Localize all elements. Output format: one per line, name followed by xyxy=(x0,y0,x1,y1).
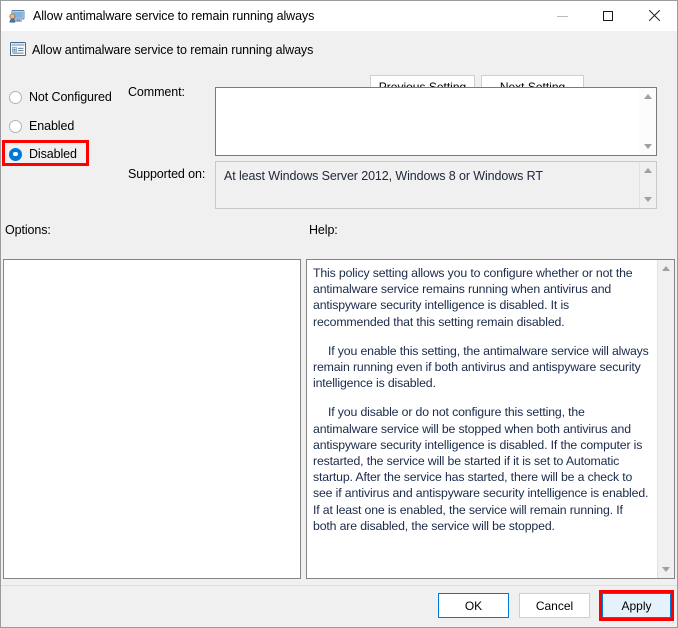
maximize-button[interactable] xyxy=(585,1,631,31)
minimize-button[interactable] xyxy=(539,1,585,31)
policy-monitor-icon xyxy=(9,8,25,24)
comment-label: Comment: xyxy=(128,85,185,99)
scroll-down-icon[interactable] xyxy=(644,197,652,202)
options-label: Options: xyxy=(5,223,51,237)
scroll-up-icon[interactable] xyxy=(644,168,652,173)
help-paragraph: If you disable or do not configure this … xyxy=(313,405,649,533)
help-text-body: This policy setting allows you to config… xyxy=(307,260,656,578)
group-policy-setting-icon xyxy=(9,40,27,58)
radio-enabled-label: Enabled xyxy=(29,119,75,133)
minimize-icon xyxy=(556,15,568,17)
scroll-down-icon[interactable] xyxy=(662,567,670,572)
apply-button[interactable]: Apply xyxy=(602,593,671,618)
supported-on-label: Supported on: xyxy=(128,167,206,181)
comment-value xyxy=(216,88,656,94)
window-title: Allow antimalware service to remain runn… xyxy=(33,9,315,23)
options-panel[interactable] xyxy=(3,259,301,579)
close-icon xyxy=(648,10,660,22)
policy-setting-dialog: Allow antimalware service to remain runn… xyxy=(0,0,678,628)
comment-scrollbar[interactable] xyxy=(639,88,656,155)
radio-not-configured-label: Not Configured xyxy=(29,90,112,104)
ok-button[interactable]: OK xyxy=(438,593,509,618)
help-label: Help: xyxy=(309,223,338,237)
cancel-button[interactable]: Cancel xyxy=(519,593,590,618)
footer-divider xyxy=(1,585,677,586)
radio-disabled-mark xyxy=(9,147,22,161)
scroll-down-icon[interactable] xyxy=(643,144,652,149)
help-panel: This policy setting allows you to config… xyxy=(306,259,675,579)
scroll-up-icon[interactable] xyxy=(643,94,652,99)
close-button[interactable] xyxy=(631,1,677,31)
radio-enabled-mark xyxy=(9,119,22,133)
help-scrollbar[interactable] xyxy=(657,260,674,578)
maximize-icon xyxy=(603,11,613,21)
help-paragraph: This policy setting allows you to config… xyxy=(313,266,633,329)
scroll-up-icon[interactable] xyxy=(662,266,670,271)
radio-disabled-label: Disabled xyxy=(29,147,77,161)
policy-header: Allow antimalware service to remain runn… xyxy=(1,31,677,99)
radio-not-configured-mark xyxy=(9,90,22,104)
supported-on-value: At least Windows Server 2012, Windows 8 … xyxy=(224,169,543,183)
title-bar: Allow antimalware service to remain runn… xyxy=(1,1,677,31)
supported-on-scrollbar[interactable] xyxy=(639,162,656,208)
comment-field[interactable] xyxy=(215,87,657,156)
radio-enabled[interactable]: Enabled xyxy=(9,117,74,135)
help-paragraph: If you enable this setting, the antimalw… xyxy=(313,343,649,391)
policy-name: Allow antimalware service to remain runn… xyxy=(32,43,314,57)
supported-on-field: At least Windows Server 2012, Windows 8 … xyxy=(215,161,657,209)
radio-disabled[interactable]: Disabled xyxy=(9,145,77,163)
radio-not-configured[interactable]: Not Configured xyxy=(9,88,112,106)
